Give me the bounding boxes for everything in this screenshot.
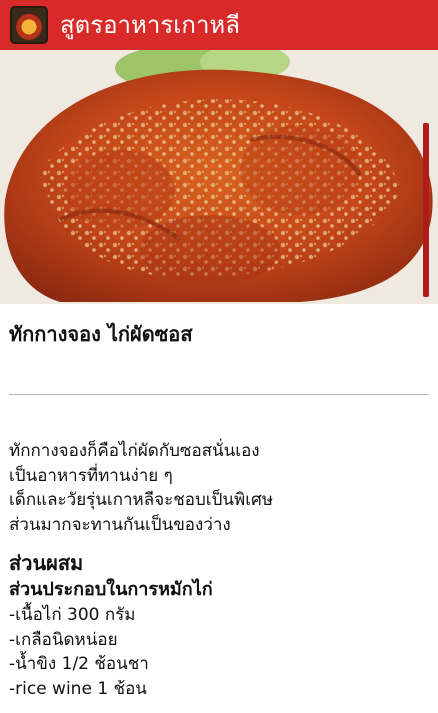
ingredients-heading: ส่วนผสม [9, 551, 84, 575]
scroll-indicator[interactable] [423, 123, 429, 297]
hero-image [0, 50, 438, 304]
recipe-content: ทักกางจอง ไก่ผัดซอส ทักกางจองก็คือไก่ผัด… [9, 304, 429, 701]
recipe-intro: ทักกางจองก็คือไก่ผัดกับซอสนั่นเอง เป็นอา… [9, 439, 429, 537]
fried-chicken-photo [0, 50, 438, 304]
divider [9, 394, 429, 395]
intro-line: ทักกางจองก็คือไก่ผัดกับซอสนั่นเอง [9, 441, 260, 461]
intro-line: เป็นอาหารที่ทานง่าย ๆ [9, 465, 173, 486]
app-food-icon[interactable] [10, 6, 48, 44]
list-item: -เกลือนิดหน่อย [9, 629, 118, 650]
app-bar: สูตรอาหารเกาหลี [0, 0, 438, 50]
app-title: สูตรอาหารเกาหลี [60, 11, 240, 39]
marinade-list: -เนื้อไก่ 300 กรัม -เกลือนิดหน่อย -น้ำขิ… [9, 603, 429, 701]
intro-line: ส่วนมากจะทานกันเป็นของว่าง [9, 514, 231, 535]
intro-line: เด็กและวัยรุ่นเกาหลีจะชอบเป็นพิเศษ [9, 490, 274, 510]
list-item: -rice wine 1 ช้อน [9, 678, 147, 699]
marinade-heading: ส่วนประกอบในการหมักไก่ [9, 579, 213, 600]
list-item: -น้ำขิง 1/2 ช้อนชา [9, 654, 149, 674]
recipe-title: ทักกางจอง ไก่ผัดซอส [9, 322, 193, 346]
list-item: -เนื้อไก่ 300 กรัม [9, 605, 136, 625]
